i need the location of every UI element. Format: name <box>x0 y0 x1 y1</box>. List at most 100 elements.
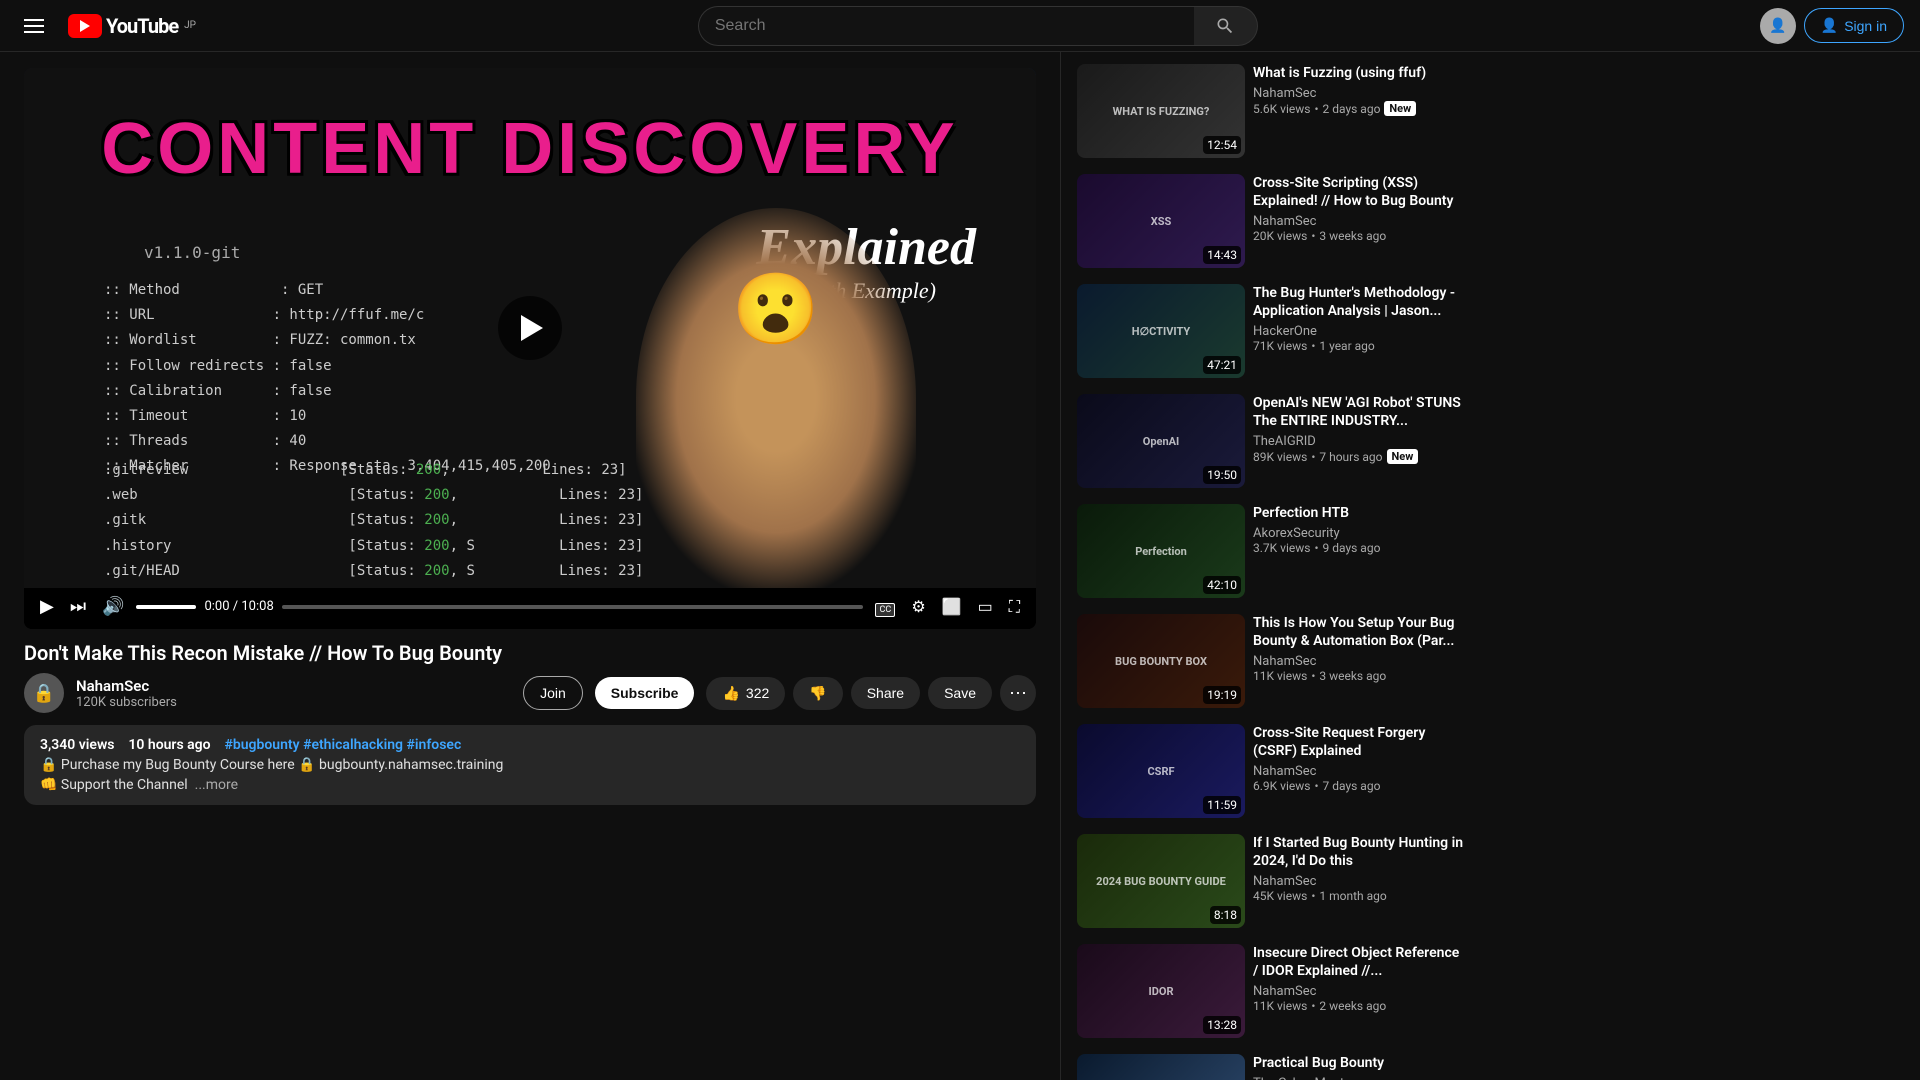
thumbnail-wrapper: OpenAI 19:50 <box>1077 394 1245 488</box>
thumbnail-wrapper: CSRF 11:59 <box>1077 724 1245 818</box>
play-button-overlay[interactable] <box>498 296 562 360</box>
play-pause-button[interactable]: ▶ <box>36 592 58 621</box>
thumbnail-wrapper: BUG BOUNTY BOX 19:19 <box>1077 614 1245 708</box>
hamburger-menu[interactable] <box>16 11 52 41</box>
sidebar-video-info: Insecure Direct Object Reference / IDOR … <box>1253 944 1464 1038</box>
volume-button[interactable]: 🔊 <box>98 592 128 621</box>
sidebar-video-title: This Is How You Setup Your Bug Bounty & … <box>1253 614 1464 650</box>
channel-avatar[interactable]: 🔒 <box>24 673 64 713</box>
sidebar-video-title: Insecure Direct Object Reference / IDOR … <box>1253 944 1464 980</box>
sidebar-age: 3 weeks ago <box>1319 669 1386 683</box>
sidebar-channel-name: HackerOne <box>1253 324 1464 339</box>
action-buttons: 👍 322 👎 Share Save ⋯ <box>706 675 1036 711</box>
new-badge: New <box>1384 101 1416 116</box>
sidebar-channel-name: TheAIGRID <box>1253 434 1464 449</box>
sidebar-channel-name: NahamSec <box>1253 654 1464 669</box>
header: YouTube JP 👤 👤 Sign in <box>0 0 1920 52</box>
main-content: CONTENT DISCOVERY Explained (With Exampl… <box>0 0 1920 1080</box>
sidebar-age: 1 month ago <box>1319 889 1386 903</box>
duration-badge: 19:19 <box>1203 686 1241 704</box>
sidebar-video-info: If I Started Bug Bounty Hunting in 2024,… <box>1253 834 1464 928</box>
sidebar-video-meta: 71K views • 1 year ago <box>1253 339 1464 353</box>
youtube-logo-icon <box>68 14 102 38</box>
sign-in-button[interactable]: 👤 Sign in <box>1804 8 1904 43</box>
fullscreen-button[interactable]: ⛶ <box>1005 597 1024 617</box>
duration-badge: 8:18 <box>1210 906 1241 924</box>
sidebar-video-item[interactable]: XSS 14:43 Cross-Site Scripting (XSS) Exp… <box>1073 170 1468 272</box>
search-icon <box>1215 16 1235 36</box>
dislike-button[interactable]: 👎 <box>793 677 842 710</box>
sidebar-views: 5.6K views <box>1253 102 1310 116</box>
sidebar-video-item[interactable]: PRACTICAL BUG BOUNTY Practical Bug Bount… <box>1073 1050 1468 1080</box>
more-options-button[interactable]: ⋯ <box>1000 675 1036 711</box>
channel-subscribers: 120K subscribers <box>76 695 511 710</box>
avatar[interactable]: 👤 <box>1760 8 1796 44</box>
search-button[interactable] <box>1194 6 1258 46</box>
thumbnail-wrapper: XSS 14:43 <box>1077 174 1245 268</box>
theater-button[interactable]: ▭ <box>974 597 997 616</box>
thumbnail-version: v1.1.0-git <box>144 243 240 262</box>
sidebar-video-item[interactable]: BUG BOUNTY BOX 19:19 This Is How You Set… <box>1073 610 1468 712</box>
video-thumbnail: CONTENT DISCOVERY Explained (With Exampl… <box>24 68 1036 588</box>
thumbs-up-icon: 👍 <box>722 685 739 702</box>
sidebar-views: 3.7K views <box>1253 541 1310 555</box>
sidebar-age: 3 weeks ago <box>1319 229 1386 243</box>
sidebar-views: 11K views <box>1253 669 1307 683</box>
video-title: Don't Make This Recon Mistake // How To … <box>24 641 1036 665</box>
volume-slider[interactable] <box>136 605 196 609</box>
duration-badge: 14:43 <box>1203 246 1241 264</box>
thumbnail-wrapper: WHAT IS FUZZING? 12:54 <box>1077 64 1245 158</box>
description-more[interactable]: ...more <box>195 777 238 793</box>
cc-button[interactable]: CC <box>871 597 899 617</box>
thumbs-down-icon: 👎 <box>809 685 826 702</box>
channel-info: NahamSec 120K subscribers <box>76 677 511 710</box>
sidebar-age: 1 year ago <box>1319 339 1374 353</box>
sidebar-video-item[interactable]: OpenAI 19:50 OpenAI's NEW 'AGI Robot' ST… <box>1073 390 1468 492</box>
thumbnail-wrapper: PRACTICAL BUG BOUNTY <box>1077 1054 1245 1080</box>
duration-badge: 42:10 <box>1203 576 1241 594</box>
share-button[interactable]: Share <box>851 677 920 709</box>
sidebar-channel-name: NahamSec <box>1253 984 1464 999</box>
sidebar-video-title: Practical Bug Bounty <box>1253 1054 1464 1072</box>
next-button[interactable]: ⏭ <box>66 592 90 621</box>
new-badge: New <box>1387 449 1419 464</box>
video-tags[interactable]: #bugbounty #ethicalhacking #infosec <box>224 737 461 753</box>
sidebar-video-info: This Is How You Setup Your Bug Bounty & … <box>1253 614 1464 708</box>
channel-row: 🔒 NahamSec 120K subscribers Join Subscri… <box>24 673 1036 713</box>
sidebar: WHAT IS FUZZING? 12:54 What is Fuzzing (… <box>1060 52 1480 1080</box>
join-button[interactable]: Join <box>523 676 583 710</box>
sidebar-video-meta: 89K views • 7 hours ago New <box>1253 449 1464 464</box>
thumbnail-label: PRACTICAL BUG BOUNTY <box>1077 1054 1245 1080</box>
sidebar-age: 2 days ago <box>1323 102 1381 116</box>
youtube-logo[interactable]: YouTube JP <box>68 14 196 38</box>
thumbnail-wrapper: H∅CTIVITY 47:21 <box>1077 284 1245 378</box>
sidebar-video-item[interactable]: IDOR 13:28 Insecure Direct Object Refere… <box>1073 940 1468 1042</box>
sidebar-video-info: What is Fuzzing (using ffuf) NahamSec 5.… <box>1253 64 1464 158</box>
subscribe-button[interactable]: Subscribe <box>595 677 695 709</box>
sidebar-channel-name: The Cyber Mentor <box>1253 1076 1464 1080</box>
sidebar-video-meta: 20K views • 3 weeks ago <box>1253 229 1464 243</box>
sidebar-video-info: OpenAI's NEW 'AGI Robot' STUNS The ENTIR… <box>1253 394 1464 488</box>
miniplayer-button[interactable]: ⬜ <box>938 597 966 616</box>
search-input[interactable] <box>698 6 1194 46</box>
sidebar-views: 89K views <box>1253 450 1307 464</box>
sidebar-video-item[interactable]: 2024 BUG BOUNTY GUIDE 8:18 If I Started … <box>1073 830 1468 932</box>
face-overlay: 😮 <box>596 168 956 588</box>
sidebar-video-item[interactable]: CSRF 11:59 Cross-Site Request Forgery (C… <box>1073 720 1468 822</box>
description-meta: 3,340 views 10 hours ago #bugbounty #eth… <box>40 737 1020 753</box>
save-button[interactable]: Save <box>928 677 992 709</box>
duration-badge: 11:59 <box>1203 796 1241 814</box>
sidebar-video-info: Cross-Site Scripting (XSS) Explained! //… <box>1253 174 1464 268</box>
sidebar-video-item[interactable]: Perfection 42:10 Perfection HTB AkorexSe… <box>1073 500 1468 602</box>
sidebar-video-info: The Bug Hunter's Methodology - Applicati… <box>1253 284 1464 378</box>
logo-country: JP <box>184 20 196 31</box>
channel-name[interactable]: NahamSec <box>76 677 511 695</box>
like-button[interactable]: 👍 322 <box>706 677 785 710</box>
sidebar-video-item[interactable]: H∅CTIVITY 47:21 The Bug Hunter's Methodo… <box>1073 280 1468 382</box>
progress-bar[interactable] <box>282 605 864 609</box>
logo-text: YouTube <box>106 14 178 38</box>
sidebar-video-title: What is Fuzzing (using ffuf) <box>1253 64 1464 82</box>
sidebar-views: 45K views <box>1253 889 1307 903</box>
sidebar-video-item[interactable]: WHAT IS FUZZING? 12:54 What is Fuzzing (… <box>1073 60 1468 162</box>
settings-button[interactable]: ⚙ <box>907 597 929 616</box>
